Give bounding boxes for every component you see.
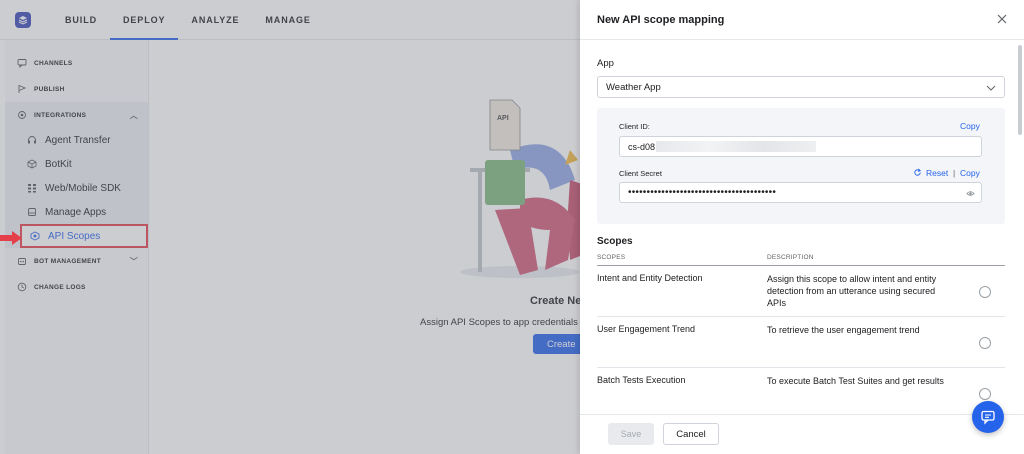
scope-description: Assign this scope to allow intent and en… <box>767 274 937 308</box>
app-select[interactable]: Weather App <box>597 76 1005 98</box>
chat-icon <box>981 410 995 425</box>
modal-overlay[interactable] <box>0 0 580 454</box>
scope-radio[interactable] <box>979 286 991 298</box>
app-label: App <box>597 58 614 69</box>
chevron-down-icon <box>986 85 996 91</box>
refresh-icon[interactable] <box>913 168 922 177</box>
client-id-label: Client ID: <box>619 122 650 131</box>
cancel-button[interactable]: Cancel <box>663 423 719 445</box>
client-id-field[interactable]: cs-d08 <box>619 136 982 157</box>
scope-description: To retrieve the user engagement trend <box>767 325 920 335</box>
chat-support-button[interactable] <box>972 401 1004 433</box>
scopes-table: SCOPES DESCRIPTION Intent and Entity Det… <box>597 252 1005 419</box>
eye-icon[interactable] <box>966 189 975 198</box>
client-secret-masked: •••••••••••••••••••••••••••••••••••••••• <box>628 187 777 198</box>
drawer-header: New API scope mapping <box>580 0 1024 40</box>
drawer-footer: Save Cancel <box>580 414 1024 454</box>
reset-secret-link[interactable]: Reset <box>926 168 948 178</box>
drawer-title: New API scope mapping <box>597 13 725 26</box>
api-scope-mapping-drawer: New API scope mapping App Weather App Cl… <box>580 0 1024 454</box>
client-secret-label: Client Secret <box>619 169 662 178</box>
drawer-scrollbar[interactable] <box>1018 45 1022 135</box>
scope-description: To execute Batch Test Suites and get res… <box>767 376 944 386</box>
scopes-section-title: Scopes <box>597 236 633 247</box>
red-arrow-annotation-icon <box>0 231 22 245</box>
scope-radio[interactable] <box>979 388 991 400</box>
column-header-scopes: SCOPES <box>597 254 626 261</box>
table-row[interactable]: Intent and Entity Detection Assign this … <box>597 266 1005 317</box>
table-header: SCOPES DESCRIPTION <box>597 252 1005 266</box>
scope-name: Intent and Entity Detection <box>597 273 703 283</box>
save-button[interactable]: Save <box>608 423 654 445</box>
table-row[interactable]: Batch Tests Execution To execute Batch T… <box>597 368 1005 419</box>
scope-name: User Engagement Trend <box>597 324 696 334</box>
copy-secret-link[interactable]: Copy <box>960 168 980 178</box>
credentials-panel: Client ID: Copy cs-d08 Client Secret Res… <box>597 108 1005 224</box>
column-header-description: DESCRIPTION <box>767 254 814 261</box>
app-select-value: Weather App <box>606 81 661 93</box>
scope-name: Batch Tests Execution <box>597 375 686 385</box>
close-icon[interactable] <box>996 13 1008 25</box>
redacted-region <box>656 141 817 152</box>
table-row[interactable]: User Engagement Trend To retrieve the us… <box>597 317 1005 368</box>
client-secret-field[interactable]: •••••••••••••••••••••••••••••••••••••••• <box>619 182 982 203</box>
copy-client-id-link[interactable]: Copy <box>960 121 980 131</box>
client-id-value: cs-d08 <box>628 141 656 152</box>
link-separator: | <box>953 168 956 178</box>
scope-radio[interactable] <box>979 337 991 349</box>
